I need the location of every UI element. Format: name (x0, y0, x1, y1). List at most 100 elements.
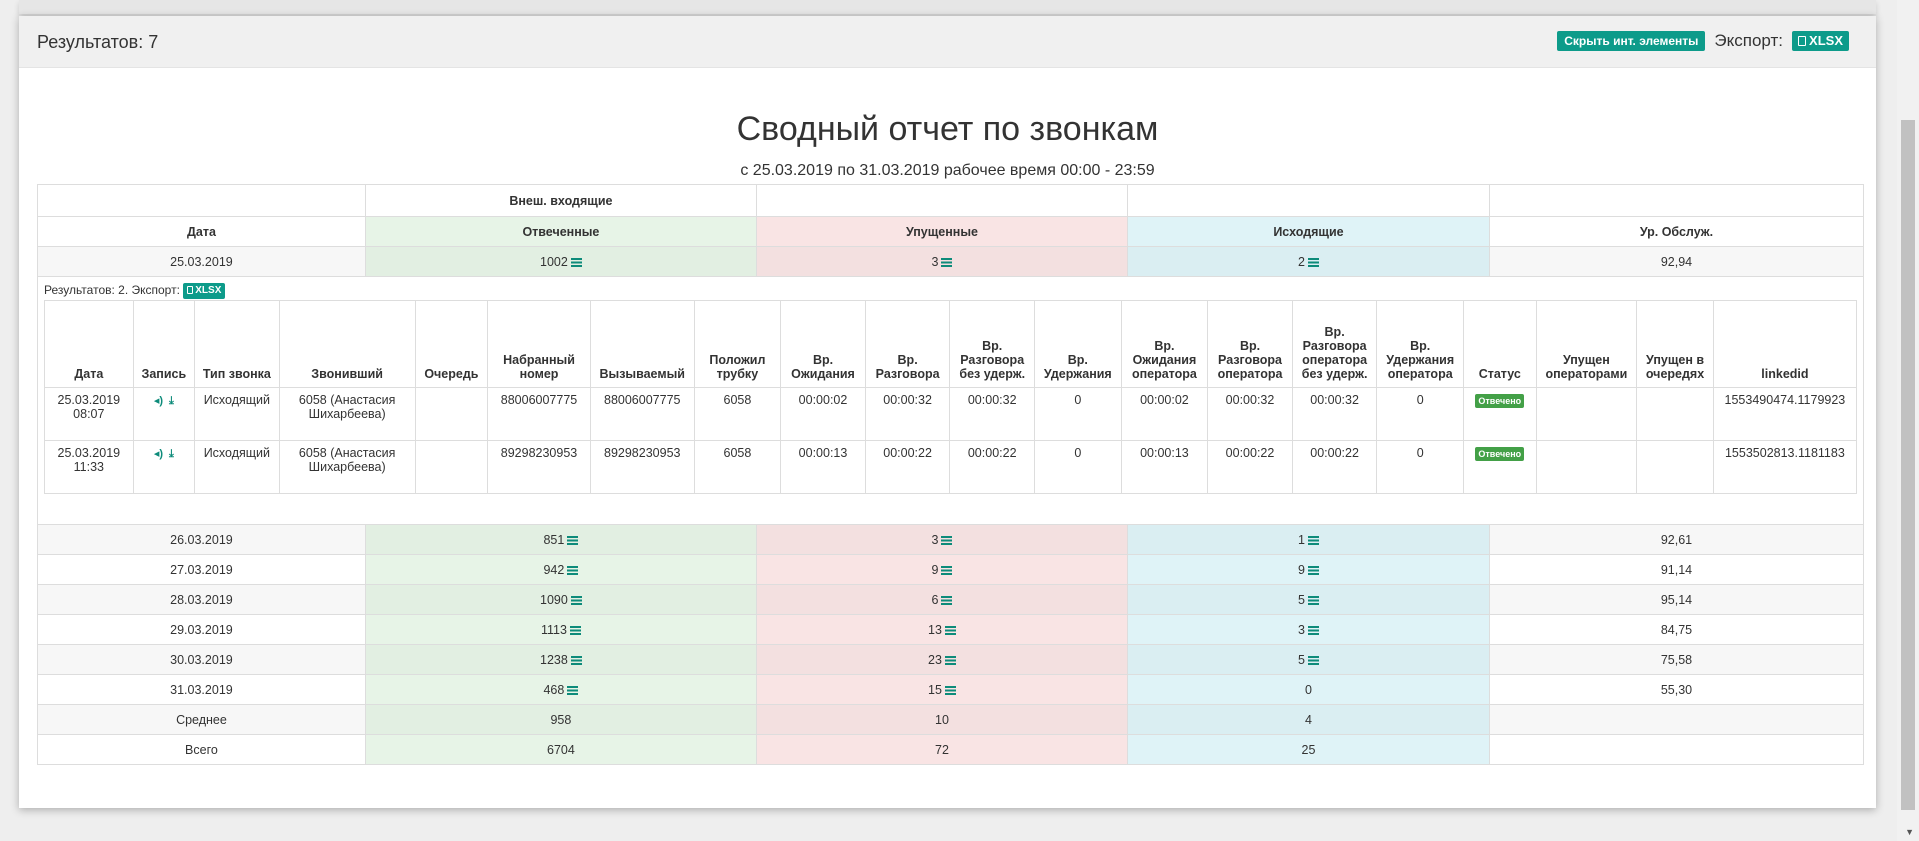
missed-cell[interactable]: 15 (755, 674, 1128, 705)
summary-total-row: Всего 6704 72 25 (37, 734, 1865, 765)
detail-col[interactable]: Запись (132, 300, 196, 388)
download-icon[interactable]: ⤓ (169, 395, 174, 407)
answered-cell-value: 851 (543, 532, 565, 547)
summary-row: 28.03.2019 1090 6 5 95,14 (37, 584, 1865, 615)
cell-hold: 0 (1034, 440, 1122, 494)
list-icon[interactable] (944, 685, 956, 695)
detail-col[interactable]: Дата (44, 300, 134, 388)
cell-linkedid: 1553490474.1179923 (1712, 387, 1858, 441)
missed-cell-value: 23 (928, 652, 942, 667)
outgoing-cell[interactable]: 9 (1126, 554, 1490, 585)
summary-header-row: Дата Отвеченные Упущенные Исходящие Ур. … (37, 216, 1865, 247)
list-icon[interactable] (570, 595, 582, 605)
status-badge: Отвечено (1475, 394, 1525, 408)
list-icon[interactable] (569, 625, 581, 635)
missed-cell[interactable]: 3 (755, 246, 1128, 277)
row-date: 25.03.2019 (37, 246, 366, 277)
list-icon[interactable] (567, 565, 579, 575)
missed-cell[interactable]: 6 (755, 584, 1128, 615)
outgoing-cell[interactable]: 1 (1126, 524, 1490, 555)
outgoing-cell[interactable]: 2 (1126, 246, 1490, 277)
detail-col[interactable]: Вр. Удержания (1034, 300, 1122, 388)
scroll-down-arrow-icon[interactable]: ▼ (1905, 827, 1914, 837)
col-missed[interactable]: Упущенные (755, 216, 1128, 247)
answered-cell[interactable]: 942 (364, 554, 757, 585)
service-level-cell: 91,14 (1488, 554, 1865, 585)
service-level-cell-value: 95,14 (1660, 592, 1693, 607)
detail-col[interactable]: Очередь (414, 300, 489, 388)
list-icon[interactable] (1307, 595, 1319, 605)
speaker-icon[interactable]: ◂) (154, 395, 163, 407)
list-icon[interactable] (941, 595, 953, 605)
detail-col[interactable]: linkedid (1712, 300, 1858, 388)
answered-cell[interactable]: 1002 (364, 246, 757, 277)
total-missed: 72 (755, 734, 1128, 765)
detail-col[interactable]: Вызываемый (589, 300, 695, 388)
record-cell: ◂) ⤓ (132, 440, 196, 494)
detail-col[interactable]: Звонивший (278, 300, 416, 388)
list-icon[interactable] (1307, 655, 1319, 665)
detail-header-row: Дата Запись Тип звонка Звонивший Очередь Набр… (44, 300, 1858, 388)
list-icon[interactable] (570, 655, 582, 665)
detail-col[interactable]: Вр. Ожидания оператора (1120, 300, 1209, 388)
missed-cell[interactable]: 3 (755, 524, 1128, 555)
detail-col[interactable]: Вр. Разговора оператора без удерж. (1291, 300, 1378, 388)
list-icon[interactable] (1307, 565, 1319, 575)
list-icon[interactable] (1307, 535, 1319, 545)
list-icon[interactable] (941, 257, 953, 267)
col-date[interactable]: Дата (37, 216, 366, 247)
col-outgoing[interactable]: Исходящие (1126, 216, 1490, 247)
cell-hangup: 6058 (693, 387, 782, 441)
missed-cell[interactable]: 23 (755, 644, 1128, 675)
service-level-cell: 75,58 (1488, 644, 1865, 675)
detail-col[interactable]: Положил трубку (693, 300, 782, 388)
outgoing-cell[interactable]: 5 (1126, 584, 1490, 615)
list-icon[interactable] (941, 535, 953, 545)
list-icon[interactable] (570, 257, 582, 267)
list-icon[interactable] (941, 565, 953, 575)
page-scrollbar[interactable]: ▼ (1897, 0, 1919, 841)
export-xlsx-button[interactable]: XLSX (1792, 31, 1849, 51)
detail-col[interactable]: Вр. Удержания оператора (1376, 300, 1465, 388)
list-icon[interactable] (1307, 625, 1319, 635)
list-icon[interactable] (567, 535, 579, 545)
speaker-icon[interactable]: ◂) (154, 448, 163, 460)
col-answered[interactable]: Отвеченные (364, 216, 757, 247)
answered-cell[interactable]: 468 (364, 674, 757, 705)
cell-op-wait: 00:00:13 (1120, 440, 1209, 494)
detail-col[interactable]: Вр. Разговора без удерж. (949, 300, 1035, 388)
list-icon[interactable] (944, 655, 956, 665)
missed-cell[interactable]: 13 (755, 614, 1128, 645)
detail-col[interactable]: Тип звонка (194, 300, 280, 388)
detail-export-xlsx-button[interactable]: XLSX (183, 283, 226, 299)
list-icon[interactable] (1307, 257, 1319, 267)
missed-cell[interactable]: 9 (755, 554, 1128, 585)
hide-interactive-elements-button[interactable]: Скрыть инт. элементы (1557, 31, 1706, 51)
detail-col[interactable]: Упущен в очередях (1636, 300, 1714, 388)
cell-op-hold: 0 (1376, 440, 1465, 494)
list-icon[interactable] (944, 625, 956, 635)
record-cell: ◂) ⤓ (132, 387, 196, 441)
detail-col[interactable]: Вр. Ожидания (780, 300, 866, 388)
detail-col[interactable]: Вр. Разговора оператора (1207, 300, 1293, 388)
row-date-value: 29.03.2019 (170, 622, 233, 637)
answered-cell[interactable]: 1238 (364, 644, 757, 675)
detail-col[interactable]: Набранный номер (487, 300, 591, 388)
summary-row: 27.03.2019 942 9 9 91,14 (37, 554, 1865, 585)
detail-col[interactable]: Вр. Разговора (864, 300, 951, 388)
answered-cell[interactable]: 1113 (364, 614, 757, 645)
detail-col[interactable]: Упущен операторами (1535, 300, 1638, 388)
download-icon[interactable]: ⤓ (169, 448, 174, 460)
outgoing-cell[interactable]: 3 (1126, 614, 1490, 645)
cell-hangup: 6058 (693, 440, 782, 494)
summary-row: 25.03.2019 1002 3 2 92,94 (37, 246, 1865, 277)
detail-xlsx-label: XLSX (195, 285, 222, 296)
answered-cell[interactable]: 851 (364, 524, 757, 555)
detail-col[interactable]: Статус (1463, 300, 1537, 388)
scrollbar-thumb[interactable] (1901, 120, 1915, 810)
list-icon[interactable] (567, 685, 579, 695)
outgoing-cell[interactable]: 5 (1126, 644, 1490, 675)
detail-container: Результатов: 2. Экспорт: XLSX Дата Запись… (37, 276, 1864, 525)
col-service-level[interactable]: Ур. Обслуж. (1488, 216, 1865, 247)
answered-cell[interactable]: 1090 (364, 584, 757, 615)
